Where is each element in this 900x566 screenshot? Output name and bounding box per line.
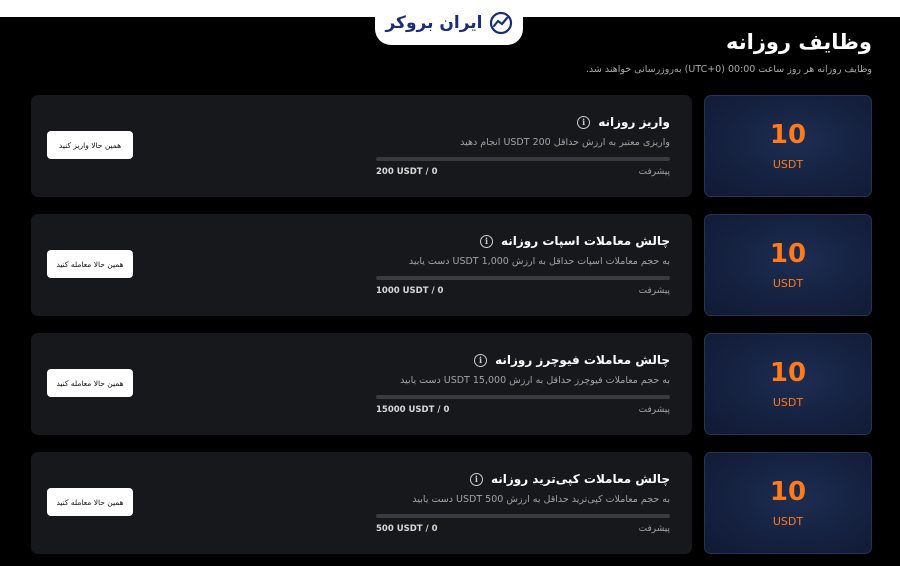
progress-label: پیشرفت: [638, 167, 670, 177]
progress-bar: [376, 276, 670, 280]
reward-box: 10 USDT: [704, 214, 872, 316]
task-description: به حجم معاملات اسپات حداقل به ارزش 1,000…: [408, 256, 670, 267]
progress-bar: [376, 395, 670, 399]
brand-logo-text: ایران بروکر: [385, 12, 483, 33]
task-title: چالش معاملات اسپات روزانه: [500, 234, 670, 248]
reward-unit: USDT: [772, 395, 804, 409]
task-row-futures-trading: چالش معاملات فیوچرز روزانه i به حجم معام…: [31, 333, 872, 435]
reward-unit: USDT: [772, 276, 804, 290]
reward-box: 10 USDT: [704, 452, 872, 554]
task-row-copy-trading: چالش معاملات کپی‌ترید روزانه i به حجم مع…: [31, 452, 872, 554]
task-card: چالش معاملات کپی‌ترید روزانه i به حجم مع…: [31, 452, 692, 554]
chart-trend-icon: [489, 11, 512, 34]
task-title: چالش معاملات فیوچرز روزانه: [495, 353, 670, 367]
progress-value: 15000 USDT / 0: [376, 405, 450, 415]
trade-now-button[interactable]: همین حالا معامله کنید: [47, 250, 133, 278]
task-title-row: چالش معاملات اسپات روزانه i: [479, 234, 670, 248]
task-card: چالش معاملات اسپات روزانه i به حجم معامل…: [31, 214, 692, 316]
progress-value: 500 USDT / 0: [376, 524, 438, 534]
reward-amount: 10: [769, 238, 807, 269]
reward-unit: USDT: [772, 514, 804, 528]
trade-now-button[interactable]: همین حالا معامله کنید: [47, 488, 133, 516]
task-title-row: چالش معاملات کپی‌ترید روزانه i: [469, 472, 670, 486]
progress-value: 200 USDT / 0: [376, 167, 438, 177]
progress-label: پیشرفت: [638, 405, 670, 415]
page-title: وظایف روزانه: [726, 30, 872, 54]
deposit-now-button[interactable]: همین حالا واریز کنید: [47, 131, 133, 159]
info-icon[interactable]: i: [479, 234, 493, 248]
task-title: چالش معاملات کپی‌ترید روزانه: [490, 472, 670, 486]
task-description: به حجم معاملات فیوچرز حداقل به ارزش 15,0…: [400, 375, 670, 386]
progress-label: پیشرفت: [638, 524, 670, 534]
progress-value: 1000 USDT / 0: [376, 286, 444, 296]
reward-box: 10 USDT: [704, 333, 872, 435]
info-icon[interactable]: i: [577, 115, 591, 129]
reward-unit: USDT: [772, 157, 804, 171]
progress-bar: [376, 514, 670, 518]
info-icon[interactable]: i: [469, 472, 483, 486]
task-description: به حجم معاملات کپی‌ترید حداقل به ارزش 50…: [412, 494, 670, 505]
info-icon[interactable]: i: [474, 353, 488, 367]
trade-now-button[interactable]: همین حالا معامله کنید: [47, 369, 133, 397]
task-title: واریز روزانه: [598, 115, 670, 129]
task-row-daily-deposit: واریز روزانه i واریزی معتبر به ارزش حداق…: [31, 95, 872, 197]
reward-box: 10 USDT: [704, 95, 872, 197]
brand-logo[interactable]: ایران بروکر: [375, 0, 523, 45]
task-description: واریزی معتبر به ارزش حداقل 200 USDT انجا…: [460, 137, 670, 148]
task-title-row: چالش معاملات فیوچرز روزانه i: [474, 353, 670, 367]
reward-amount: 10: [769, 476, 807, 507]
task-row-spot-trading: چالش معاملات اسپات روزانه i به حجم معامل…: [31, 214, 872, 316]
task-title-row: واریز روزانه i: [577, 115, 670, 129]
reward-amount: 10: [769, 357, 807, 388]
progress-label: پیشرفت: [638, 286, 670, 296]
page-subtitle: وظایف روزانه هر روز ساعت 00:00 (UTC+0) ب…: [585, 64, 872, 75]
task-card: واریز روزانه i واریزی معتبر به ارزش حداق…: [31, 95, 692, 197]
reward-amount: 10: [769, 119, 807, 150]
task-card: چالش معاملات فیوچرز روزانه i به حجم معام…: [31, 333, 692, 435]
progress-bar: [376, 157, 670, 161]
